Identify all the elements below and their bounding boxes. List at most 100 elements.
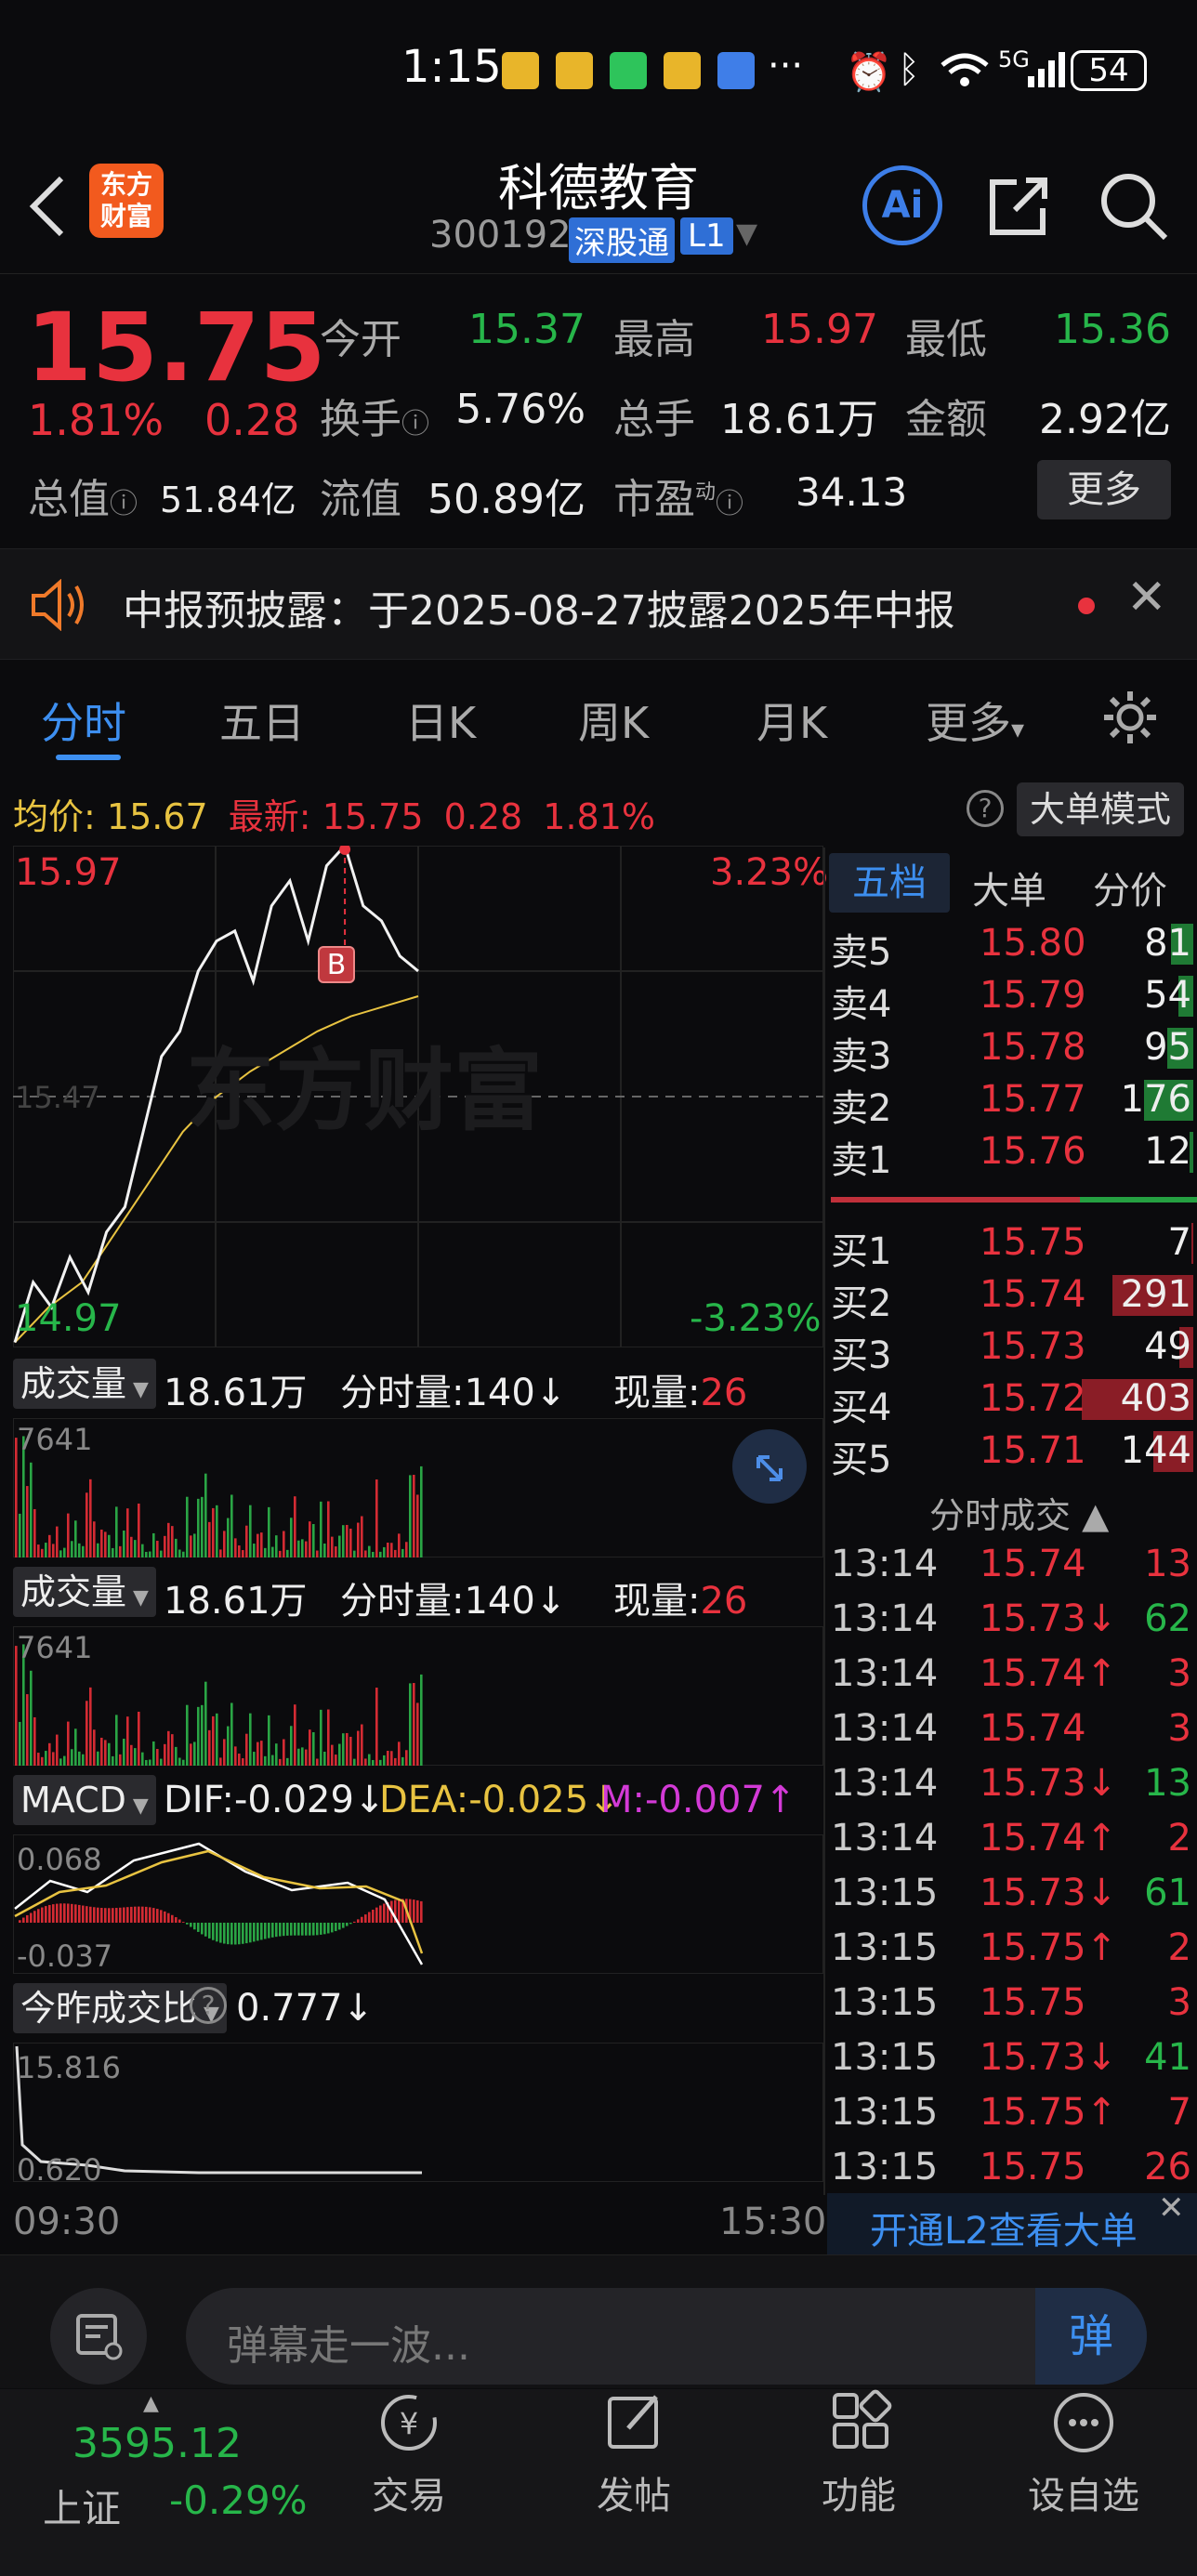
ask-row[interactable]: 卖2 15.77 176 xyxy=(827,1074,1197,1130)
current-price: 15.75 xyxy=(26,293,326,403)
tab-daily-k[interactable]: 日K xyxy=(405,690,476,751)
volume-bar xyxy=(353,1758,356,1766)
volume-bar xyxy=(223,1739,226,1766)
volume-bar xyxy=(59,1758,62,1766)
volume-bar xyxy=(290,1518,293,1557)
watermark: 东方财富 xyxy=(186,1039,543,1143)
volume-bar xyxy=(394,1757,397,1766)
expand-icon[interactable] xyxy=(732,1429,807,1504)
bid-row[interactable]: 买3 15.73 49 xyxy=(827,1321,1197,1377)
tab-five-levels[interactable]: 五档 xyxy=(829,853,950,913)
macd-bar xyxy=(286,1923,289,1936)
tab-weekly-k[interactable]: 周K xyxy=(578,690,649,751)
comment-input[interactable]: 弹幕走一波... 弹 xyxy=(186,2288,1147,2385)
large-order-mode-button[interactable]: 大单模式 xyxy=(1017,782,1184,836)
ticks-title[interactable]: 分时成交 ▲ xyxy=(929,1487,1109,1538)
macd-bar xyxy=(346,1923,349,1926)
macd-bar xyxy=(93,1907,96,1923)
comment-settings-icon[interactable] xyxy=(50,2288,147,2385)
share-icon[interactable] xyxy=(983,171,1052,240)
l2-banner[interactable]: 开通L2查看大单 ✕ xyxy=(827,2189,1197,2254)
macd-bar xyxy=(216,1923,218,1942)
macd-bar xyxy=(19,1920,21,1923)
volume-bar xyxy=(346,1524,349,1557)
macd-bar xyxy=(420,1900,423,1923)
volume-bar xyxy=(327,1501,330,1557)
bid-row[interactable]: 买1 15.75 7 xyxy=(827,1217,1197,1273)
ask-price: 15.80 xyxy=(980,922,1086,965)
tick-qty: 2 xyxy=(1167,1817,1191,1860)
volume-bars-2 xyxy=(13,1626,823,1766)
tick-qty: 7 xyxy=(1167,2091,1191,2134)
info-line: 均价: 15.67 最新: 15.75 0.28 1.81% xyxy=(13,788,655,839)
turnover-info-icon[interactable]: ⓘ xyxy=(401,408,429,440)
tick-row: 13:14 15.73↓ 13 xyxy=(827,1756,1197,1810)
volume-bar xyxy=(316,1550,319,1557)
ask-row[interactable]: 卖1 15.76 12 xyxy=(827,1126,1197,1182)
l2-banner-text: 开通L2查看大单 xyxy=(870,2210,1138,2253)
index-name[interactable]: 上证 xyxy=(43,2477,121,2534)
ask-label: 卖5 xyxy=(831,931,892,974)
macd-bar xyxy=(63,1903,66,1923)
volume-selector-2[interactable]: 成交量 ▼ xyxy=(13,1567,156,1617)
market-cap-label: 总值ⓘ xyxy=(28,476,138,523)
more-quote-button[interactable]: 更多 xyxy=(1037,460,1171,519)
settings-gear-icon[interactable] xyxy=(1100,688,1160,747)
volume-bar xyxy=(156,1749,159,1766)
tick-row: 13:14 15.74 13 xyxy=(827,1537,1197,1591)
ask-row[interactable]: 卖3 15.78 95 xyxy=(827,1022,1197,1078)
volume-bar xyxy=(245,1525,248,1557)
tab-intraday[interactable]: 分时 xyxy=(41,690,126,751)
volume-bar xyxy=(401,1756,404,1766)
volume-bar xyxy=(305,1749,308,1766)
level-dropdown-icon[interactable]: ▼ xyxy=(736,217,757,250)
latest-value: 15.75 xyxy=(322,796,424,837)
volume-bar xyxy=(45,1543,47,1557)
index-change[interactable]: -0.29% xyxy=(169,2477,308,2523)
help-icon[interactable]: ? xyxy=(967,790,1004,827)
ask-row[interactable]: 卖5 15.80 81 xyxy=(827,918,1197,974)
mcap-info-icon[interactable]: ⓘ xyxy=(110,488,138,520)
level-badge[interactable]: L1 xyxy=(680,217,733,255)
pe-info-icon[interactable]: ⓘ xyxy=(716,488,743,520)
high-label: 最高 xyxy=(613,316,695,363)
ratio-help-icon[interactable]: ? xyxy=(190,1987,227,2024)
volume-bar xyxy=(331,1536,334,1557)
tab-five-day[interactable]: 五日 xyxy=(219,690,305,751)
macd-bar xyxy=(238,1923,241,1945)
ask-row[interactable]: 卖4 15.79 54 xyxy=(827,970,1197,1026)
tab-large-orders[interactable]: 大单 xyxy=(972,861,1046,914)
search-icon[interactable] xyxy=(1097,169,1171,243)
bid-row[interactable]: 买2 15.74 291 xyxy=(827,1269,1197,1325)
l2-close-icon[interactable]: ✕ xyxy=(1158,2189,1185,2227)
macd-bar xyxy=(41,1907,44,1923)
tick-row: 13:15 15.73↓ 61 xyxy=(827,1866,1197,1920)
volume-bar xyxy=(245,1733,248,1766)
tab-more[interactable]: 更多▾ xyxy=(926,690,1024,751)
volume-selector-1[interactable]: 成交量 ▼ xyxy=(13,1359,156,1409)
buy-marker[interactable]: B xyxy=(318,946,355,983)
nav-add-watchlist[interactable]: 设自选 xyxy=(1009,2389,1158,2519)
notice-bar[interactable]: 中报预披露：于2025-08-27披露2025年中报 ✕ xyxy=(0,548,1197,660)
index-value[interactable]: 3595.12 xyxy=(72,2420,242,2467)
macd-selector[interactable]: MACD ▼ xyxy=(13,1775,156,1825)
volume-bar xyxy=(134,1748,137,1766)
tab-monthly-k[interactable]: 月K xyxy=(756,690,827,751)
tab-price-dist[interactable]: 分价 xyxy=(1093,861,1167,914)
nav-functions[interactable]: 功能 xyxy=(784,2389,933,2519)
macd-bar xyxy=(290,1923,293,1936)
volume-bar xyxy=(160,1758,163,1766)
send-danmaku-button[interactable]: 弹 xyxy=(1035,2288,1147,2385)
bid-row[interactable]: 买4 15.72 403 xyxy=(827,1373,1197,1429)
nav-trade[interactable]: ¥ 交易 xyxy=(335,2389,483,2519)
bid-row[interactable]: 买5 15.71 144 xyxy=(827,1426,1197,1481)
bid-qty-bar xyxy=(1190,1223,1193,1264)
macd-bar xyxy=(413,1899,415,1923)
volume-bar xyxy=(45,1751,47,1766)
nav-post[interactable]: 发帖 xyxy=(559,2389,708,2519)
ai-assistant-button[interactable]: Ai xyxy=(862,165,942,245)
y-low-label: 14.97 xyxy=(15,1297,122,1340)
macd-chart xyxy=(13,1834,823,1974)
close-icon[interactable]: ✕ xyxy=(1126,570,1167,625)
macd-bar xyxy=(242,1923,244,1944)
